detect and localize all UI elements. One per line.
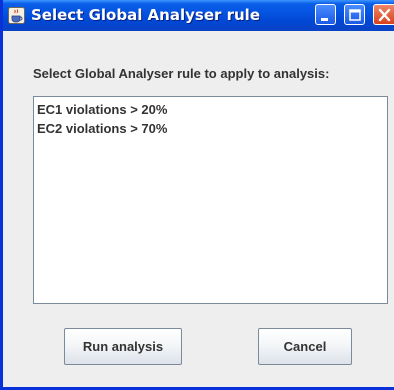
title-bar[interactable]: Select Global Analyser rule [3, 0, 394, 31]
list-item[interactable]: EC1 violations > 20% [37, 102, 167, 118]
cancel-button[interactable]: Cancel [258, 328, 352, 365]
dialog-window: Select Global Analyser rule Select Globa… [0, 0, 394, 390]
run-analysis-button[interactable]: Run analysis [64, 328, 182, 365]
list-item[interactable]: EC2 violations > 70% [37, 121, 167, 137]
minimize-icon [321, 18, 328, 21]
minimize-button[interactable] [315, 4, 336, 25]
maximize-icon [349, 9, 361, 21]
close-button[interactable] [373, 4, 394, 25]
rules-list[interactable]: EC1 violations > 20% EC2 violations > 70… [33, 96, 388, 304]
java-cup-icon [8, 7, 25, 24]
close-icon [378, 8, 391, 22]
window-title: Select Global Analyser rule [31, 6, 260, 24]
maximize-button[interactable] [344, 4, 365, 25]
instruction-label: Select Global Analyser rule to apply to … [33, 66, 330, 81]
